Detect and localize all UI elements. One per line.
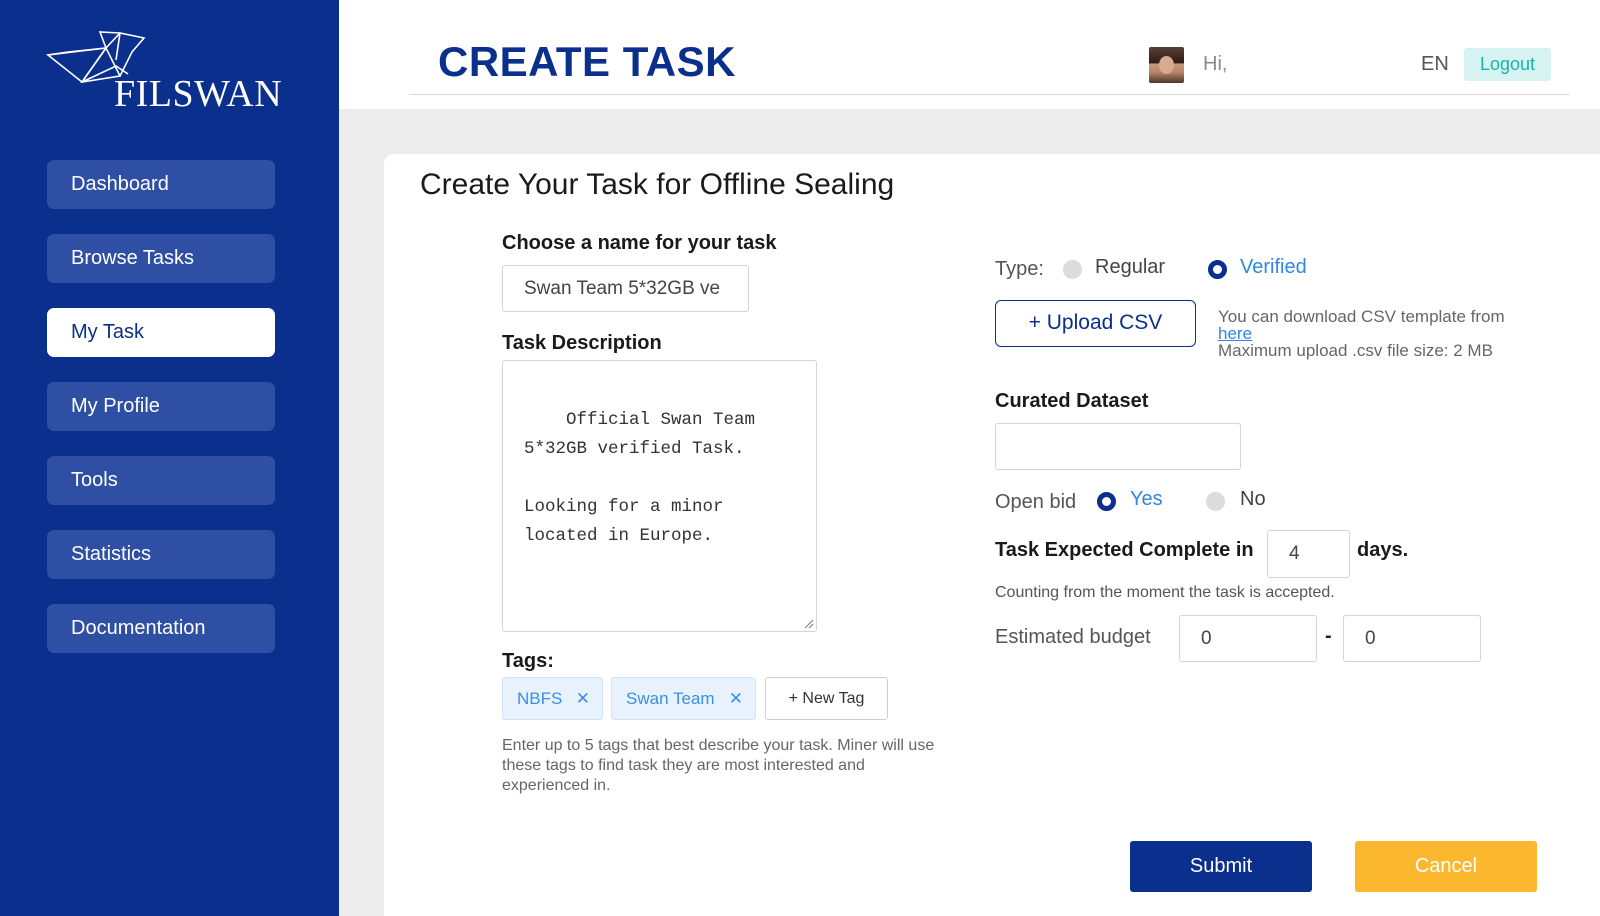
open-bid-no-radio[interactable]	[1206, 492, 1225, 511]
upload-csv-button[interactable]: + Upload CSV	[995, 300, 1196, 347]
estimated-budget-label: Estimated budget	[995, 626, 1151, 648]
expected-complete-hint: Counting from the moment the task is acc…	[995, 584, 1335, 601]
page-title: CREATE TASK	[438, 38, 736, 85]
task-description-value: Official Swan Team 5*32GB verified Task.…	[524, 410, 756, 546]
tags-label: Tags:	[502, 650, 554, 672]
top-header: CREATE TASK Hi, EN Logout	[339, 0, 1600, 109]
sidebar: FILSWAN Dashboard Browse Tasks My Task M…	[0, 0, 339, 916]
tag-label: Swan Team	[626, 689, 715, 708]
tags-hint: Enter up to 5 tags that best describe yo…	[502, 737, 935, 794]
close-icon[interactable]: ✕	[576, 678, 590, 719]
type-verified-radio[interactable]	[1208, 260, 1227, 279]
days-unit-label: days.	[1357, 539, 1409, 561]
budget-max-value: 0	[1365, 627, 1376, 649]
new-tag-button[interactable]: + New Tag	[765, 677, 888, 720]
avatar[interactable]	[1149, 47, 1184, 83]
close-icon[interactable]: ✕	[729, 678, 743, 719]
sidebar-nav: Dashboard Browse Tasks My Task My Profil…	[47, 160, 275, 678]
form-title: Create Your Task for Offline Sealing	[420, 168, 895, 201]
tag-label: NBFS	[517, 689, 563, 708]
budget-max-input[interactable]: 0	[1343, 615, 1481, 662]
type-regular-label[interactable]: Regular	[1095, 256, 1165, 279]
task-name-value: Swan Team 5*32GB ve	[524, 277, 721, 299]
tag-swan-team: Swan Team ✕	[611, 677, 756, 720]
sidebar-item-statistics[interactable]: Statistics	[47, 530, 275, 579]
resize-handle-icon[interactable]	[804, 619, 814, 629]
sidebar-item-browse-tasks[interactable]: Browse Tasks	[47, 234, 275, 283]
task-description-label: Task Description	[502, 332, 662, 354]
curated-dataset-label: Curated Dataset	[995, 390, 1149, 412]
task-name-input[interactable]: Swan Team 5*32GB ve	[502, 265, 749, 312]
logout-button[interactable]: Logout	[1464, 48, 1551, 81]
sidebar-item-dashboard[interactable]: Dashboard	[47, 160, 275, 209]
brand-name: FILSWAN	[114, 73, 283, 115]
expected-days-value: 4	[1289, 543, 1300, 564]
csv-size-limit: Maximum upload .csv file size: 2 MB	[1218, 341, 1493, 360]
greeting-text: Hi,	[1203, 53, 1228, 75]
submit-button[interactable]: Submit	[1130, 841, 1312, 892]
csv-note-text: You can download CSV template from	[1218, 307, 1505, 326]
sidebar-item-documentation[interactable]: Documentation	[47, 604, 275, 653]
cancel-button[interactable]: Cancel	[1355, 841, 1537, 892]
sidebar-item-my-task[interactable]: My Task	[47, 308, 275, 357]
type-verified-label[interactable]: Verified	[1240, 256, 1307, 279]
sidebar-item-tools[interactable]: Tools	[47, 456, 275, 505]
csv-note: You can download CSV template from here …	[1218, 308, 1508, 359]
budget-separator: -	[1325, 625, 1332, 647]
open-bid-yes-radio[interactable]	[1097, 492, 1116, 511]
sidebar-item-my-profile[interactable]: My Profile	[47, 382, 275, 431]
type-label: Type:	[995, 258, 1044, 280]
budget-min-input[interactable]: 0	[1179, 615, 1317, 662]
language-switch[interactable]: EN	[1421, 53, 1449, 76]
header-divider	[409, 94, 1569, 95]
type-regular-radio[interactable]	[1063, 260, 1082, 279]
curated-dataset-input[interactable]	[995, 423, 1241, 470]
task-description-textarea[interactable]: Official Swan Team 5*32GB verified Task.…	[502, 360, 817, 632]
task-name-label: Choose a name for your task	[502, 232, 777, 254]
filswan-logo[interactable]: FILSWAN	[46, 30, 286, 115]
expected-days-input[interactable]: 4	[1267, 530, 1350, 578]
open-bid-label: Open bid	[995, 491, 1077, 513]
expected-complete-label: Task Expected Complete in	[995, 539, 1254, 561]
create-task-form: Create Your Task for Offline Sealing Cho…	[384, 154, 1600, 916]
tag-nbfs: NBFS ✕	[502, 677, 603, 720]
open-bid-no-label[interactable]: No	[1240, 488, 1266, 511]
open-bid-yes-label[interactable]: Yes	[1130, 488, 1163, 511]
budget-min-value: 0	[1201, 627, 1212, 649]
